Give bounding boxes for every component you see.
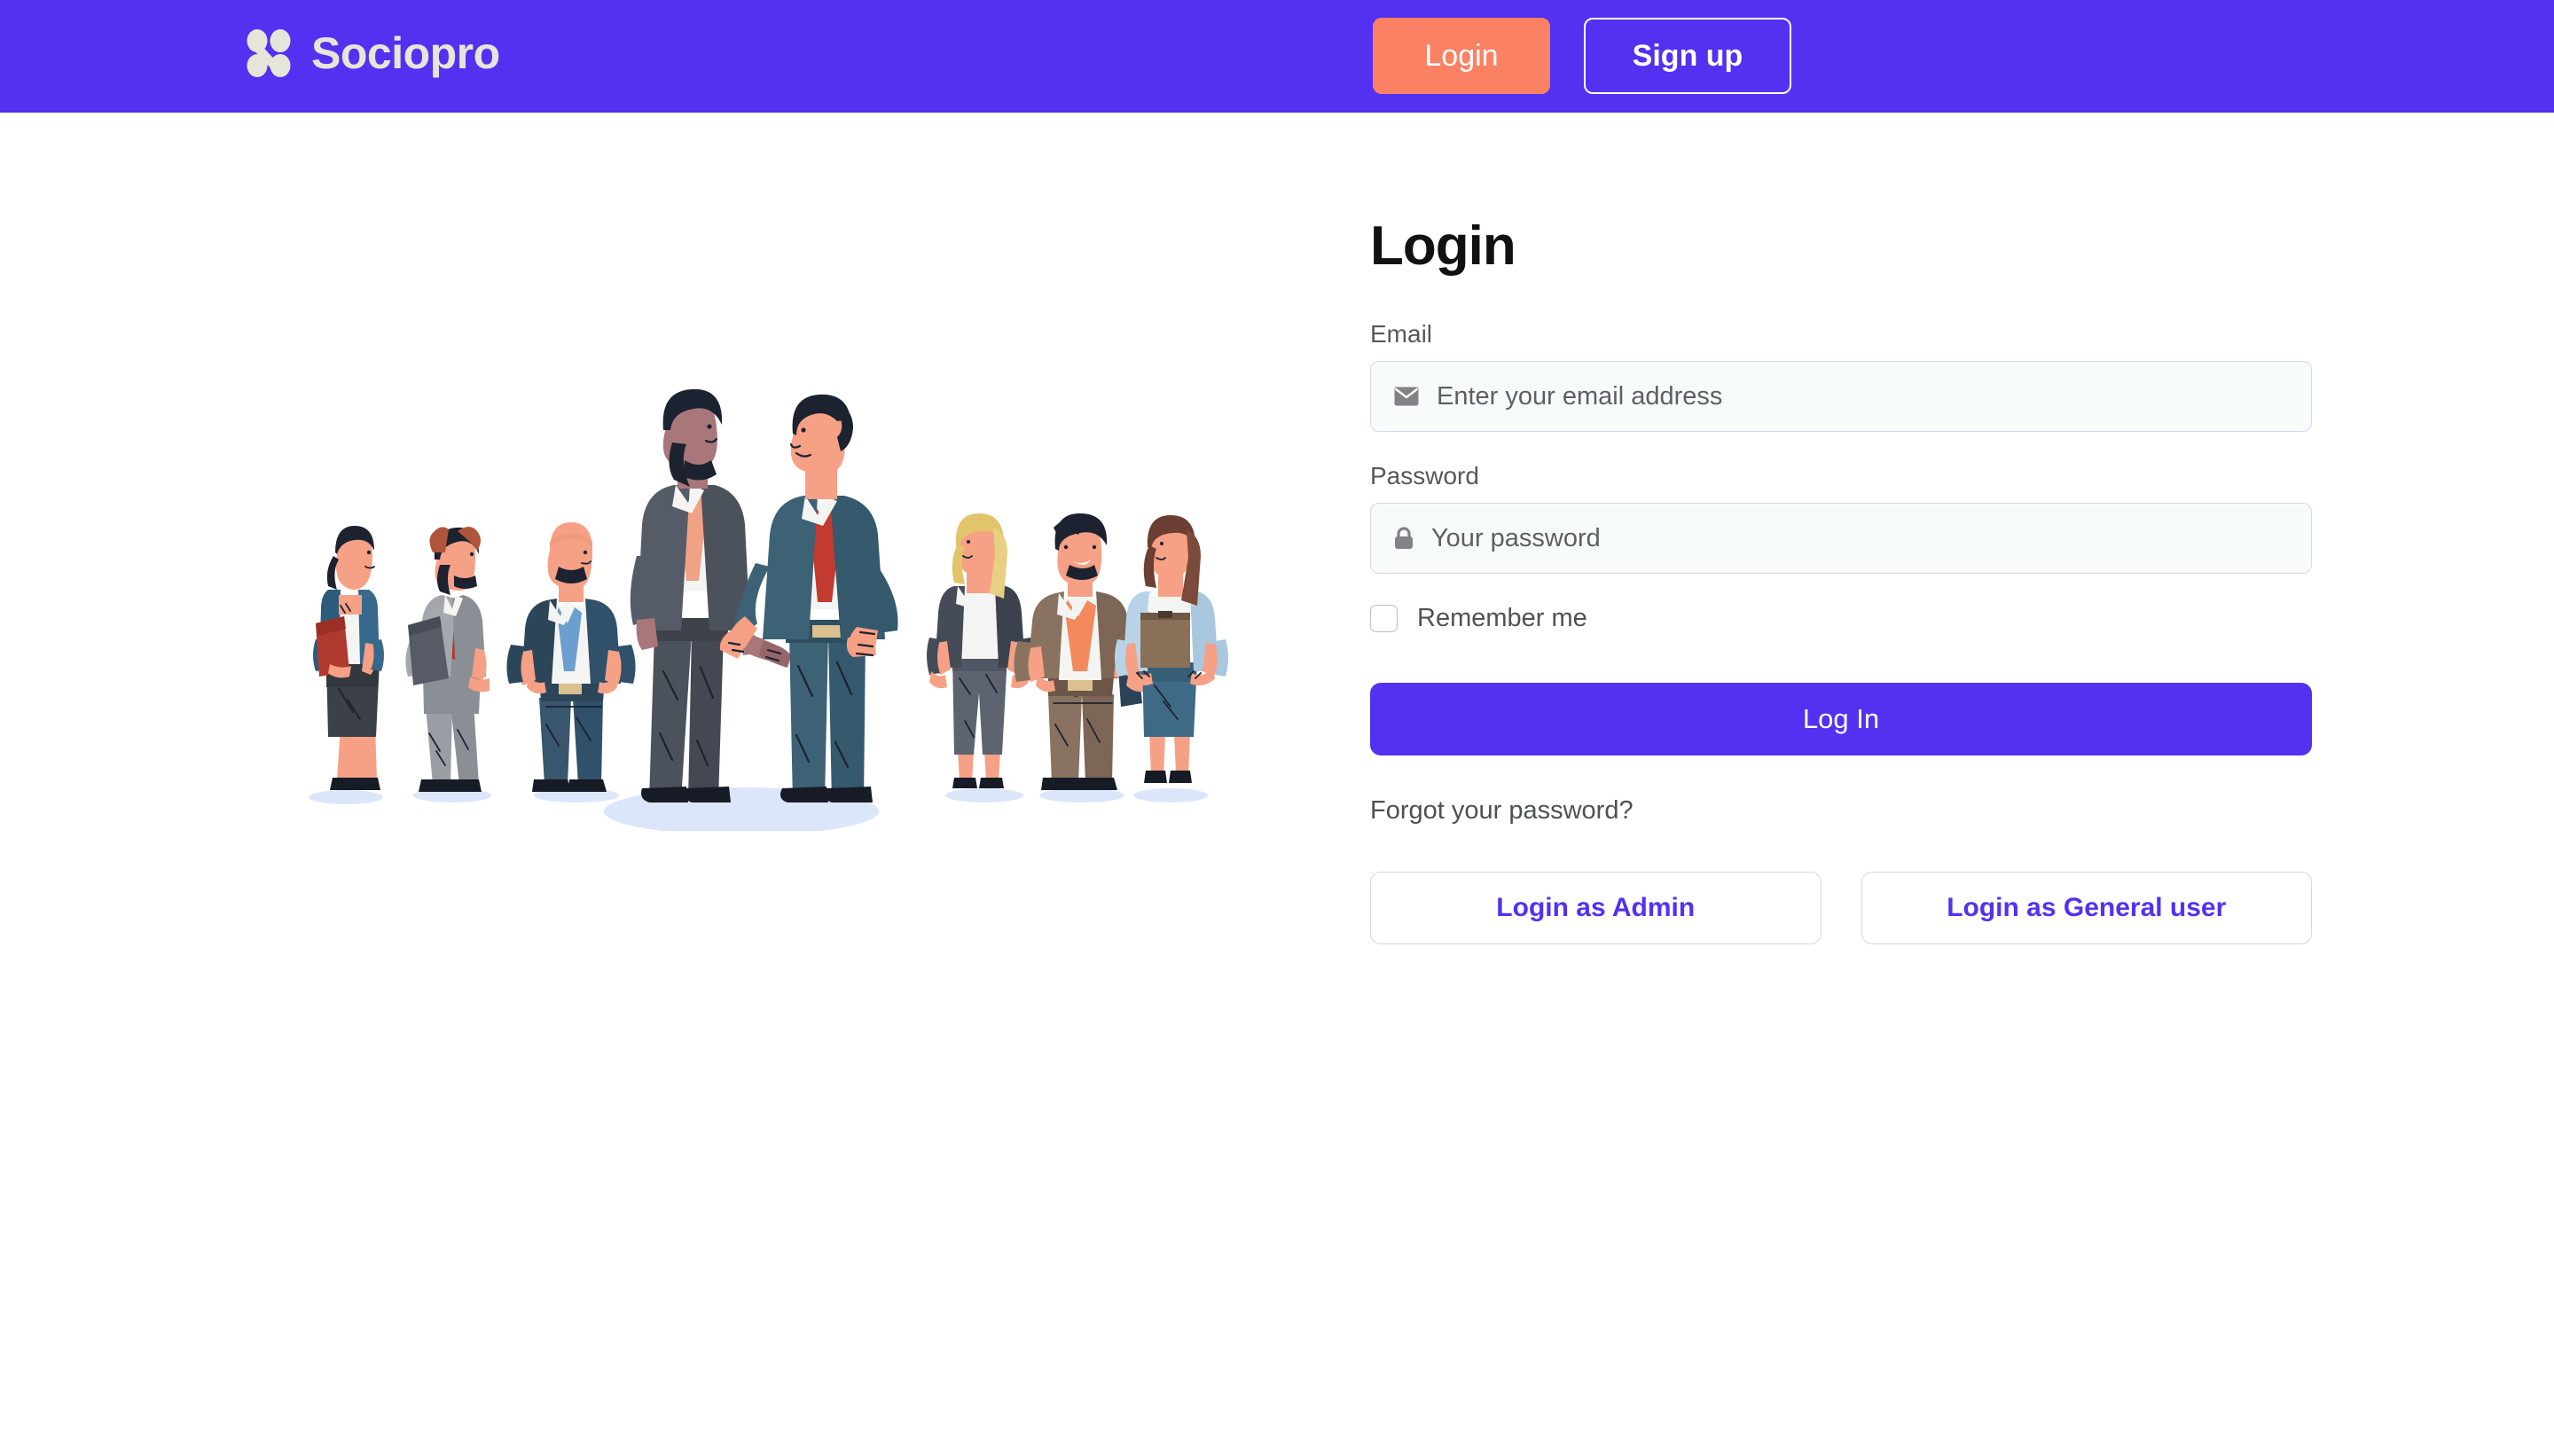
login-as-general-user-button[interactable]: Login as General user — [1861, 872, 2312, 944]
figure-shadow — [945, 788, 1023, 802]
figure-shadow — [309, 790, 383, 804]
email-field-wrapper[interactable] — [1370, 361, 2312, 432]
header-login-button[interactable]: Login — [1373, 18, 1550, 94]
business-people-handshake-illustration: .sk{fill:#f6a085}.sk2{fill:#f09a7d}.skd{… — [284, 379, 1233, 835]
figure-shadow — [1133, 788, 1208, 802]
remember-me-checkbox[interactable] — [1370, 605, 1398, 632]
four-dot-cluster-logo-icon — [244, 28, 294, 78]
figure-main-right-handshake — [719, 394, 898, 802]
login-form: Login Email Password — [1370, 219, 2312, 944]
remember-me-label[interactable]: Remember me — [1417, 604, 1587, 633]
password-input[interactable] — [1431, 504, 2229, 573]
password-label: Password — [1370, 462, 1479, 489]
email-input[interactable] — [1437, 362, 2235, 431]
log-in-button[interactable]: Log In — [1370, 683, 2312, 755]
remember-me-row[interactable]: Remember me — [1370, 604, 2312, 633]
password-field-wrapper[interactable] — [1370, 503, 2312, 574]
figure-woman-with-clipboard — [1115, 515, 1228, 783]
envelope-icon — [1394, 387, 1419, 406]
figure-shadow — [1039, 788, 1124, 802]
illustration-pane: .sk{fill:#f6a085}.sk2{fill:#f09a7d}.skd{… — [0, 113, 1370, 1456]
figure-woman-with-folder — [313, 526, 384, 790]
top-navigation-bar: Sociopro Login Sign up — [0, 0, 2554, 113]
login-form-pane: Login Email Password — [1370, 113, 2554, 1456]
brand-logo[interactable]: Sociopro — [244, 28, 500, 78]
lock-icon — [1394, 527, 1414, 550]
figure-man-grey-suit — [405, 527, 490, 792]
page-body: .sk{fill:#f6a085}.sk2{fill:#f09a7d}.skd{… — [0, 113, 2554, 1456]
login-as-admin-button[interactable]: Login as Admin — [1370, 872, 1821, 944]
email-label: Email — [1370, 320, 1433, 348]
header-action-buttons: Login Sign up — [1373, 18, 1791, 94]
alternate-login-buttons: Login as Admin Login as General user — [1370, 872, 2312, 944]
forgot-password-link[interactable]: Forgot your password? — [1370, 796, 1633, 826]
figure-bald-man-navy-suit — [506, 522, 636, 792]
page-title: Login — [1370, 215, 1516, 277]
brand-name: Sociopro — [311, 28, 500, 78]
header-signup-button[interactable]: Sign up — [1584, 18, 1791, 94]
